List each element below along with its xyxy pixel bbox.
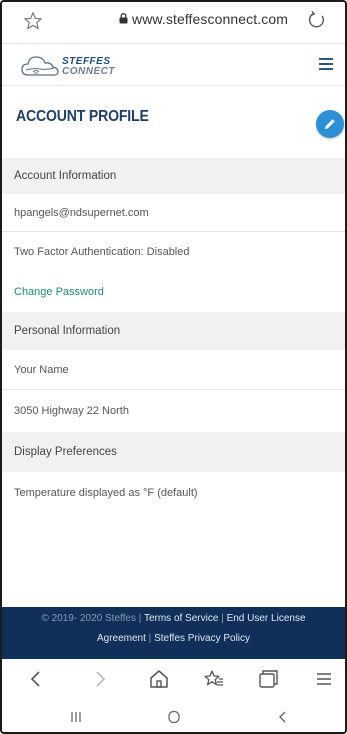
browser-toolbar [2,659,345,699]
browser-url-bar: www.steffesconnect.com [2,2,345,44]
bookmarks-icon[interactable] [202,667,226,691]
terms-of-service-link[interactable]: Terms of Service [144,613,218,624]
temperature-preference: Temperature displayed as °F (default) [14,487,198,499]
eula-link-part1[interactable]: End User License [227,613,306,624]
phone-frame: www.steffesconnect.com STEFFES CONNECT A… [0,0,347,734]
page-title-bar: ACCOUNT PROFILE [2,86,345,158]
name-value: Your Name [14,363,69,376]
two-factor-row: Two Factor Authentication: Disabled [2,232,345,272]
star-outline-icon[interactable] [22,10,44,32]
url-text[interactable]: www.steffesconnect.com [132,11,288,27]
pencil-icon [325,119,335,129]
section-label: Account Information [14,170,117,182]
hamburger-menu-icon[interactable] [319,58,333,70]
section-display-preferences: Display Preferences [2,432,345,472]
section-label: Display Preferences [14,446,117,458]
forward-arrow-icon[interactable] [88,667,112,691]
section-account-information: Account Information [2,158,345,194]
change-password-row: Change Password [2,272,345,312]
home-button-icon[interactable] [165,708,183,726]
edit-profile-button[interactable] [316,110,344,138]
logo-text-connect: CONNECT [62,66,115,77]
email-row: hpangels@ndsupernet.com [2,194,345,232]
menu-icon[interactable] [312,667,336,691]
address-value: 3050 Highway 22 North [14,405,129,417]
two-factor-status: Two Factor Authentication: Disabled [14,246,190,258]
footer-separator: | [221,613,224,624]
tabs-icon[interactable] [256,667,280,691]
copyright-text: © 2019- 2020 Steffes | [41,613,142,624]
change-password-link[interactable]: Change Password [14,286,104,298]
address-row: 3050 Highway 22 North [2,390,345,432]
eula-link-part2[interactable]: Agreement [97,633,146,644]
recent-apps-icon[interactable] [67,708,85,726]
site-footer: © 2019- 2020 Steffes | Terms of Service … [2,607,345,659]
site-header: STEFFES CONNECT [2,44,345,86]
page-title: ACCOUNT PROFILE [16,108,149,125]
back-arrow-icon[interactable] [24,667,48,691]
reload-icon[interactable] [306,9,328,31]
home-icon[interactable] [147,667,171,691]
temperature-row: Temperature displayed as °F (default) [2,472,345,514]
cloud-logo-icon [21,56,59,76]
lock-icon [119,13,128,24]
section-personal-information: Personal Information [2,312,345,350]
section-label: Personal Information [14,325,121,337]
name-row: Your Name [2,350,345,390]
system-navigation-bar [2,699,345,732]
back-button-icon[interactable] [274,708,292,726]
privacy-policy-link[interactable]: Steffes Privacy Policy [154,633,250,644]
email-value: hpangels@ndsupernet.com [14,206,149,219]
footer-separator: | [148,633,152,644]
steffes-connect-logo[interactable]: STEFFES CONNECT [20,53,120,79]
